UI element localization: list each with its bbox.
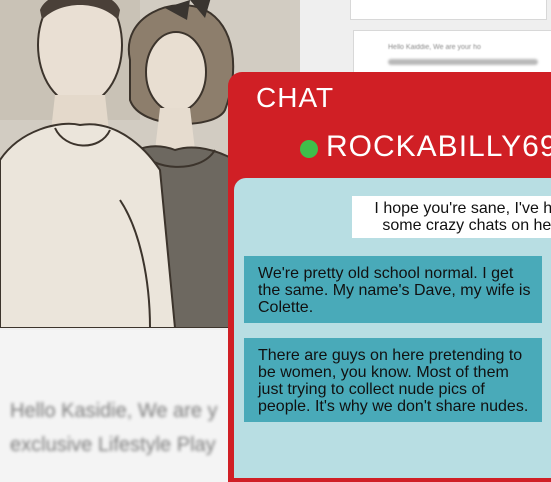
- chat-message-incoming: We're pretty old school normal. I get th…: [244, 256, 542, 323]
- chat-messages[interactable]: I hope you're sane, I've had some crazy …: [234, 178, 551, 478]
- chat-message-outgoing: I hope you're sane, I've had some crazy …: [352, 196, 551, 238]
- message-preview-text: Hello Kaiddie, We are your ho: [388, 44, 481, 51]
- chat-message-incoming: There are guys on here pretending to be …: [244, 338, 542, 422]
- chat-window: CHAT ROCKABILLY69 I hope you're sane, I'…: [228, 72, 551, 482]
- description-line-1: Hello Kasidie, We are y: [10, 400, 218, 422]
- online-status-icon: [300, 140, 318, 158]
- profile-card: [350, 0, 547, 20]
- chat-title: CHAT: [256, 82, 335, 113]
- chat-username[interactable]: ROCKABILLY69: [326, 130, 551, 164]
- description-line-2: exclusive Lifestyle Play: [10, 434, 216, 456]
